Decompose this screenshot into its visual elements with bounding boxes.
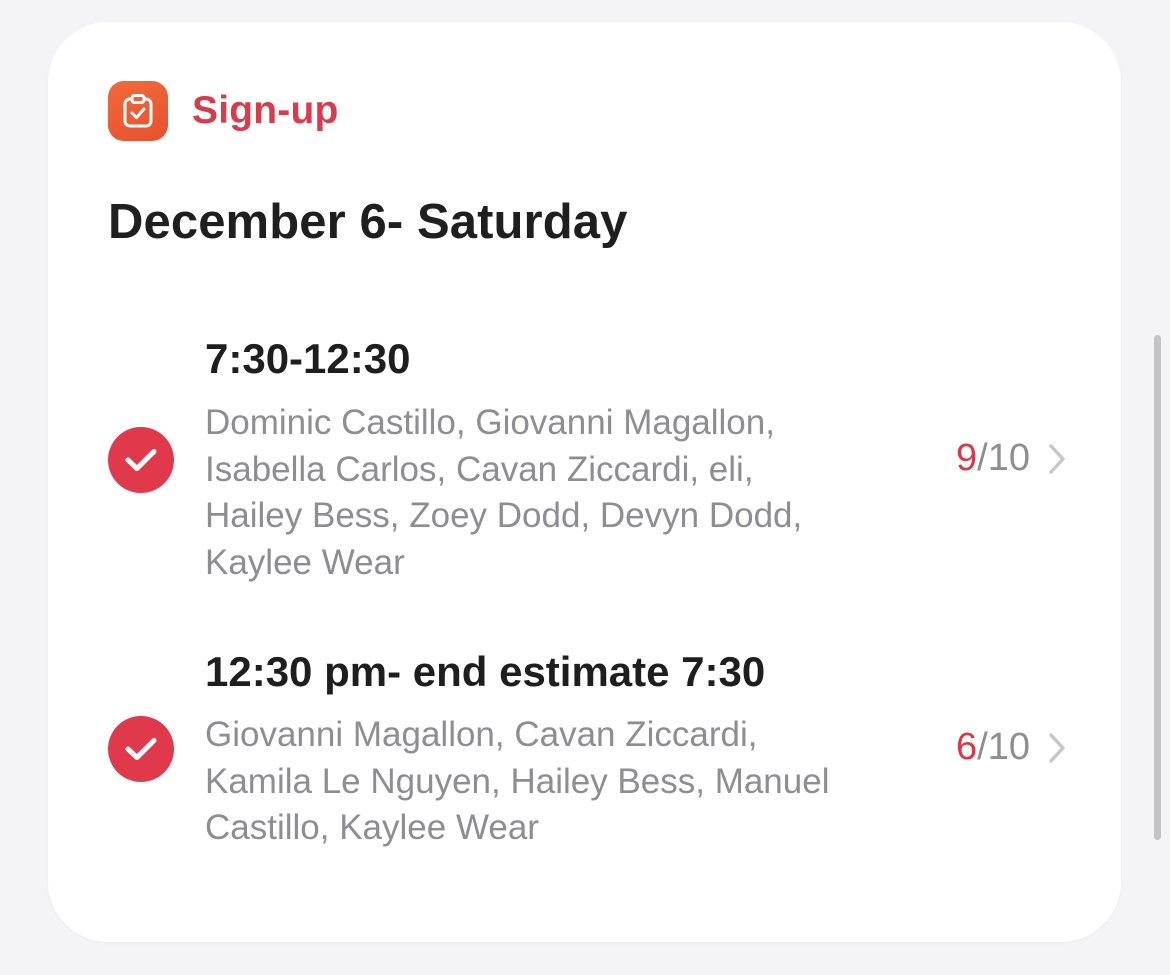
filled-count: 9 xyxy=(956,437,978,479)
chevron-right-icon[interactable] xyxy=(1048,443,1066,475)
total-count: /10 xyxy=(977,437,1030,479)
chevron-right-icon[interactable] xyxy=(1048,732,1066,764)
date-heading: December 6- Saturday xyxy=(108,195,628,249)
slot-participants: Dominic Castillo, Giovanni Magallon, Isa… xyxy=(205,403,803,582)
total-count: /10 xyxy=(977,726,1030,768)
slot-count[interactable]: 6 /10 xyxy=(956,726,1066,769)
slot-time: 7:30-12:30 xyxy=(205,335,411,382)
slot-time: 12:30 pm- end estimate 7:30 xyxy=(205,648,766,695)
checkmark-icon[interactable] xyxy=(108,427,174,493)
signup-card: Sign-up December 6- Saturday 7:30-12:30 … xyxy=(48,22,1121,942)
clipboard-check-icon xyxy=(108,81,168,141)
slot-count[interactable]: 9 /10 xyxy=(956,437,1066,480)
checkmark-icon[interactable] xyxy=(108,716,174,782)
filled-count: 6 xyxy=(956,726,978,768)
scrollbar[interactable] xyxy=(1154,335,1161,840)
app-title: Sign-up xyxy=(192,89,339,132)
slot-participants: Giovanni Magallon, Cavan Ziccardi, Kamil… xyxy=(205,715,830,847)
card-header: Sign-up xyxy=(108,81,339,141)
